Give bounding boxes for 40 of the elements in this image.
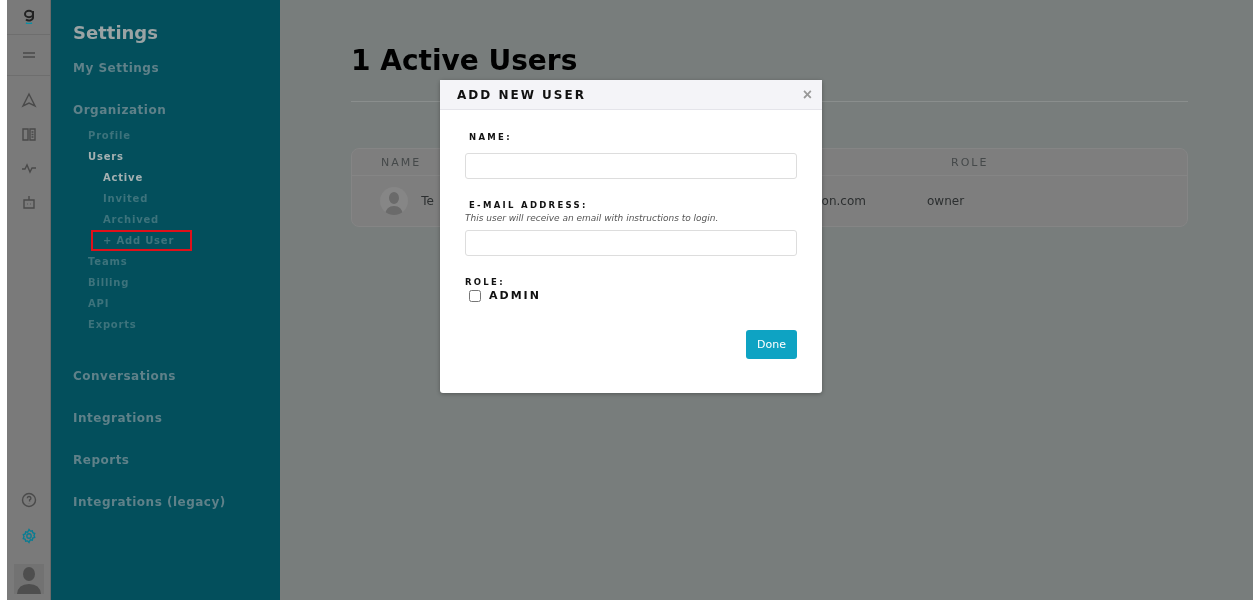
field-label: ROLE: bbox=[465, 277, 506, 287]
sidebar-section[interactable]: Reports bbox=[73, 445, 280, 487]
column-header: ROLE bbox=[951, 155, 989, 169]
field-hint: This user will receive an email with instructions to login. bbox=[465, 213, 720, 223]
table-cell: on.com bbox=[821, 194, 866, 208]
sidebar-item[interactable]: Active bbox=[103, 167, 280, 188]
field-label: E-MAIL ADDRESS: bbox=[469, 200, 589, 210]
sidebar-section[interactable]: Conversations bbox=[73, 361, 280, 403]
sidebar-item[interactable]: Teams bbox=[88, 251, 280, 272]
settings-icon[interactable] bbox=[20, 528, 37, 544]
settings-title: Settings bbox=[73, 22, 159, 43]
sidebar-item[interactable]: Billing bbox=[88, 272, 280, 293]
column-header: NAME bbox=[381, 155, 422, 169]
checkbox-label: ADMIN bbox=[489, 289, 541, 302]
sidebar-item[interactable]: Archived bbox=[103, 209, 280, 230]
input-field[interactable] bbox=[465, 230, 797, 256]
admin-checkbox[interactable] bbox=[469, 289, 481, 302]
field-label: NAME: bbox=[469, 132, 513, 142]
sidebar-item[interactable]: Invited bbox=[103, 188, 280, 209]
table-cell-text: owner bbox=[926, 194, 966, 208]
sidebar-section[interactable]: Organization bbox=[73, 95, 280, 125]
dialog-title: ADD NEW USER bbox=[457, 87, 586, 102]
avatar-icon[interactable] bbox=[13, 564, 44, 594]
sidebar-section[interactable]: Integrations (legacy) bbox=[73, 487, 280, 529]
done-button[interactable]: Done bbox=[746, 330, 797, 359]
table-cell: Te bbox=[421, 194, 434, 208]
robot-icon[interactable] bbox=[20, 194, 37, 210]
sidebar-item[interactable]: + Add User bbox=[91, 230, 193, 251]
input-field[interactable] bbox=[465, 153, 797, 179]
sidebar-item[interactable]: Users bbox=[88, 146, 280, 167]
sidebar-item[interactable]: Profile bbox=[88, 125, 280, 146]
help-icon[interactable] bbox=[20, 492, 37, 508]
sidebar-section[interactable]: My Settings bbox=[73, 53, 280, 95]
navigation-icon[interactable] bbox=[20, 92, 37, 108]
close-button[interactable]: × bbox=[800, 85, 814, 104]
sidebar-item[interactable]: Exports bbox=[88, 314, 280, 335]
avatar-icon bbox=[380, 187, 408, 215]
book-icon[interactable] bbox=[20, 126, 37, 142]
sidebar-section[interactable]: Integrations bbox=[73, 403, 280, 445]
sidebar-item[interactable]: API bbox=[88, 293, 280, 314]
